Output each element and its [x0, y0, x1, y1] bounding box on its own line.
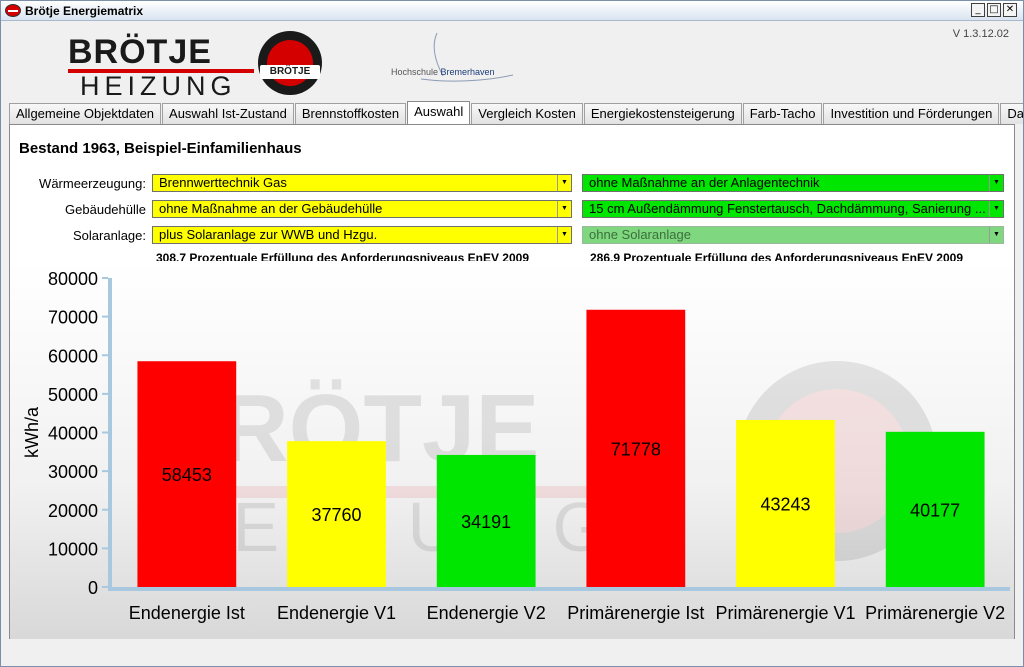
hochschule-swoosh-icon: [420, 32, 514, 82]
chevron-down-icon[interactable]: ▼: [989, 175, 1003, 191]
tab-investition-foerderungen[interactable]: Investition und Förderungen: [823, 103, 1000, 124]
chevron-down-icon[interactable]: ▼: [557, 175, 571, 191]
logo-emblem-label: BRÖTJE: [260, 65, 320, 79]
bar-data-label: 37760: [311, 505, 361, 525]
hochschule-name: Hochschule Bremerhaven: [391, 67, 495, 77]
tab-farb-tacho[interactable]: Farb-Tacho: [742, 103, 823, 124]
bar-data-label: 71778: [611, 439, 661, 459]
y-axis-line: [108, 278, 112, 591]
chart-svg: BRÖTJE HEIZUNG 0100002000030000400005000…: [22, 269, 1010, 623]
maximize-button[interactable]: □: [987, 3, 1001, 17]
combo-value: ohne Maßnahme an der Anlagentechnik: [589, 175, 820, 190]
y-tick-label: 10000: [48, 539, 98, 559]
tab-auswahl-ist-zustand[interactable]: Auswahl Ist-Zustand: [162, 103, 294, 124]
y-tick-label: 0: [88, 578, 98, 598]
tab-daten[interactable]: Daten: [1000, 103, 1023, 124]
y-tick-label: 20000: [48, 501, 98, 521]
tab-auswahl[interactable]: Auswahl: [407, 101, 471, 124]
bar-data-label: 43243: [760, 494, 810, 514]
bar-data-label: 34191: [461, 512, 511, 532]
chevron-down-icon: ▼: [989, 227, 1003, 243]
y-axis-label: kWh/a: [22, 406, 42, 458]
waermeerzeugung-current-select[interactable]: Brennwerttechnik Gas ▼: [152, 174, 572, 192]
title-bar[interactable]: Brötje Energiematrix _ □ ✕: [1, 1, 1023, 21]
combo-value: ohne Maßnahme an der Gebäudehülle: [159, 201, 383, 216]
row-label-solaranlage: Solaranlage:: [73, 228, 146, 243]
row-label-gebaeudehuelle: Gebäudehülle: [65, 202, 146, 217]
tab-energiekostensteigerung[interactable]: Energiekostensteigerung: [583, 103, 742, 124]
y-tick-label: 30000: [48, 462, 98, 482]
x-category-label: Primärenergie V2: [865, 603, 1005, 623]
combo-value: Brennwerttechnik Gas: [159, 175, 287, 190]
bar-data-label: 58453: [162, 465, 212, 485]
y-tick-label: 60000: [48, 346, 98, 366]
combo-value: 15 cm Außendämmung Fenstertausch, Dachdä…: [589, 201, 986, 216]
row-label-waermeerzeugung: Wärmeerzeugung:: [39, 176, 146, 191]
x-category-label: Primärenergie Ist: [567, 603, 704, 623]
solaranlage-current-select[interactable]: plus Solaranlage zur WWB und Hzgu. ▼: [152, 226, 572, 244]
gebaeudehuelle-current-select[interactable]: ohne Maßnahme an der Gebäudehülle ▼: [152, 200, 572, 218]
chevron-down-icon[interactable]: ▼: [557, 201, 571, 217]
hochschule-city: Bremerhaven: [440, 67, 495, 77]
y-tick-label: 70000: [48, 308, 98, 328]
broetje-logo: BRÖTJE HEIZUNG BRÖTJE: [68, 31, 328, 101]
logo-subline: HEIZUNG: [80, 71, 237, 101]
y-tick-label: 40000: [48, 424, 98, 444]
window-title: Brötje Energiematrix: [25, 4, 144, 18]
x-category-label: Primärenergie V1: [715, 603, 855, 623]
logo-wordmark: BRÖTJE: [68, 33, 212, 71]
chevron-down-icon[interactable]: ▼: [557, 227, 571, 243]
chevron-down-icon[interactable]: ▼: [989, 201, 1003, 217]
energy-bar-chart: BRÖTJE HEIZUNG 0 10000 20000 30000 40000 5000…: [10, 261, 1014, 639]
app-icon: [5, 4, 21, 17]
tab-vergleich-kosten[interactable]: Vergleich Kosten: [471, 103, 583, 124]
close-button[interactable]: ✕: [1003, 3, 1017, 17]
x-axis-line: [108, 587, 1010, 591]
logo-emblem: BRÖTJE: [258, 31, 322, 95]
combo-value: plus Solaranlage zur WWB und Hzgu.: [159, 227, 378, 242]
y-tick-label: 50000: [48, 385, 98, 405]
minimize-button[interactable]: _: [971, 3, 985, 17]
auswahl-panel: Bestand 1963, Beispiel-Einfamilienhaus W…: [9, 124, 1015, 639]
tab-allgemeine-objektdaten[interactable]: Allgemeine Objektdaten: [9, 103, 162, 124]
y-tick-label: 80000: [48, 269, 98, 289]
x-category-label: Endenergie Ist: [129, 603, 245, 623]
tab-brennstoffkosten[interactable]: Brennstoffkosten: [294, 103, 407, 124]
hochschule-prefix: Hochschule: [391, 67, 441, 77]
gebaeudehuelle-variant-select[interactable]: 15 cm Außendämmung Fenstertausch, Dachdä…: [582, 200, 1004, 218]
bar-data-label: 40177: [910, 500, 960, 520]
waermeerzeugung-variant-select[interactable]: ohne Maßnahme an der Anlagentechnik ▼: [582, 174, 1004, 192]
version-label: V 1.3.12.02: [952, 28, 1009, 40]
hochschule-logo: Hochschule Bremerhaven: [391, 31, 521, 86]
solaranlage-variant-select: ohne Solaranlage ▼: [582, 226, 1004, 244]
combo-value: ohne Solaranlage: [589, 227, 691, 242]
x-category-label: Endenergie V1: [277, 603, 396, 623]
scenario-title: Bestand 1963, Beispiel-Einfamilienhaus: [19, 140, 302, 157]
x-category-label: Endenergie V2: [427, 603, 546, 623]
tab-bar: Allgemeine Objektdaten Auswahl Ist-Zusta…: [9, 101, 1023, 125]
app-window: Brötje Energiematrix _ □ ✕ V 1.3.12.02 B…: [0, 0, 1024, 667]
